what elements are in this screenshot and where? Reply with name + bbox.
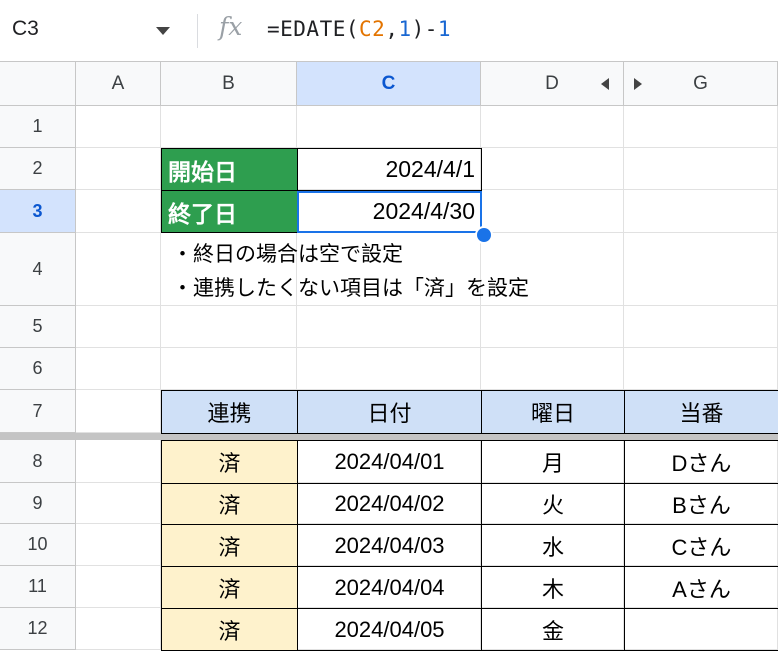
grid-cell[interactable]	[76, 483, 161, 524]
grid-cell[interactable]	[481, 106, 624, 148]
grid-cell[interactable]	[161, 306, 297, 348]
start-date-label: 開始日	[161, 148, 298, 191]
scroll-right-icon[interactable]	[634, 78, 642, 90]
grid-cell[interactable]	[481, 348, 624, 390]
table-cell[interactable]: Aさん	[624, 566, 778, 609]
row-header-10[interactable]: 10	[0, 524, 76, 566]
table-header-cell[interactable]: 曜日	[481, 390, 625, 434]
grid-cell[interactable]	[76, 190, 161, 233]
note-text: ・終日の場合は空で設定	[172, 243, 403, 266]
column-header-c[interactable]: C	[297, 62, 481, 106]
table-cell[interactable]: 水	[481, 524, 625, 567]
formula-token: =EDATE(	[267, 17, 360, 41]
table-cell[interactable]: 2024/04/02	[297, 483, 482, 525]
fill-handle[interactable]	[475, 226, 493, 244]
grid-cell[interactable]	[624, 306, 778, 348]
table-header-cell[interactable]: 当番	[624, 390, 778, 434]
table-cell[interactable]: Dさん	[624, 440, 778, 484]
table-cell[interactable]: 2024/04/05	[297, 608, 482, 651]
row-header-5[interactable]: 5	[0, 306, 76, 348]
formula-bar: C3 fx =EDATE(C2,1)-1	[0, 0, 778, 62]
row-header-9[interactable]: 9	[0, 483, 76, 524]
row-header-1[interactable]: 1	[0, 106, 76, 148]
grid-cell[interactable]	[76, 233, 161, 306]
formula-input[interactable]: =EDATE(C2,1)-1	[267, 17, 451, 41]
row-header-7[interactable]: 7	[0, 390, 76, 433]
start-date-value[interactable]: 2024/4/1	[297, 148, 482, 191]
grid-cell[interactable]	[76, 148, 161, 190]
row-header-2[interactable]: 2	[0, 148, 76, 190]
grid-cell[interactable]	[76, 524, 161, 566]
grid-cell[interactable]	[481, 190, 624, 233]
end-date-value[interactable]: 2024/4/30	[297, 190, 482, 233]
name-box-dropdown-icon[interactable]	[156, 27, 170, 35]
table-cell[interactable]: 金	[481, 608, 625, 651]
grid-cell[interactable]	[76, 348, 161, 390]
formula-token: )-	[411, 17, 438, 41]
table-header-cell[interactable]: 連携	[161, 390, 298, 434]
table-cell[interactable]: 済	[161, 483, 298, 525]
formula-token: ,	[385, 17, 399, 41]
grid-cell[interactable]	[297, 306, 481, 348]
table-header-cell[interactable]: 日付	[297, 390, 482, 434]
formula-bar-divider	[197, 14, 198, 48]
column-header-a[interactable]: A	[76, 62, 161, 106]
row-header-4[interactable]: 4	[0, 233, 76, 306]
row-header-6[interactable]: 6	[0, 348, 76, 390]
grid-cell[interactable]	[624, 106, 778, 148]
formula-token: 1	[398, 17, 412, 41]
row-header-3[interactable]: 3	[0, 190, 76, 233]
grid-cell[interactable]	[76, 106, 161, 148]
note-text: ・連携したくない項目は「済」を設定	[172, 277, 529, 300]
grid-cell[interactable]	[76, 306, 161, 348]
row-header-11[interactable]: 11	[0, 566, 76, 608]
table-cell[interactable]: 済	[161, 566, 298, 609]
row-header-12[interactable]: 12	[0, 608, 76, 650]
grid-cell[interactable]	[76, 440, 161, 483]
freeze-divider[interactable]	[0, 433, 778, 440]
table-cell[interactable]: 木	[481, 566, 625, 609]
table-cell[interactable]: 2024/04/04	[297, 566, 482, 609]
grid-cell[interactable]	[624, 190, 778, 233]
table-cell[interactable]: 済	[161, 440, 298, 484]
column-header-b[interactable]: B	[161, 62, 297, 106]
table-cell[interactable]: Bさん	[624, 483, 778, 525]
table-cell[interactable]: 済	[161, 608, 298, 651]
table-cell[interactable]: 月	[481, 440, 625, 484]
name-box[interactable]: C3	[12, 17, 39, 41]
end-date-label: 終了日	[161, 190, 298, 233]
scroll-left-icon[interactable]	[601, 78, 609, 90]
grid-cell[interactable]	[76, 608, 161, 650]
table-cell[interactable]: 済	[161, 524, 298, 567]
grid-cell[interactable]	[481, 148, 624, 190]
fx-icon: fx	[219, 12, 243, 41]
formula-token: C2	[359, 17, 386, 41]
grid-cell[interactable]	[297, 348, 481, 390]
grid-cell[interactable]	[624, 348, 778, 390]
column-header-g[interactable]: G	[624, 62, 778, 106]
grid-cell[interactable]	[76, 566, 161, 608]
select-all-corner[interactable]	[0, 62, 76, 106]
formula-token: 1	[437, 17, 452, 41]
grid-cell[interactable]	[76, 390, 161, 433]
row-header-8[interactable]: 8	[0, 440, 76, 483]
grid-cell[interactable]	[624, 233, 778, 306]
grid-cell[interactable]	[297, 106, 481, 148]
table-cell[interactable]: 2024/04/01	[297, 440, 482, 484]
table-cell[interactable]: Cさん	[624, 524, 778, 567]
table-cell[interactable]: 2024/04/03	[297, 524, 482, 567]
grid-cell[interactable]	[161, 106, 297, 148]
table-cell[interactable]	[624, 608, 778, 651]
grid-cell[interactable]	[624, 148, 778, 190]
grid-cell[interactable]	[481, 306, 624, 348]
table-cell[interactable]: 火	[481, 483, 625, 525]
grid-cell[interactable]	[161, 348, 297, 390]
